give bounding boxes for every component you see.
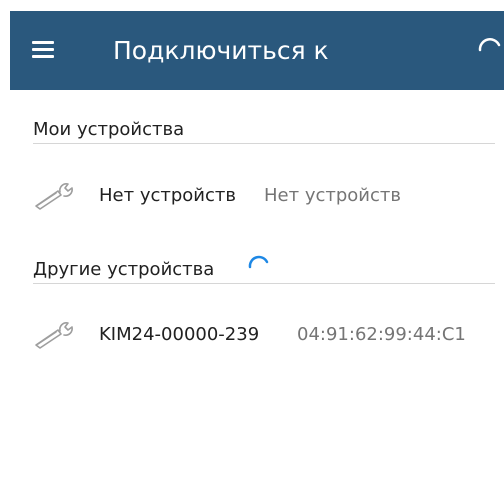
hamburger-menu-icon[interactable] (32, 38, 56, 62)
section-divider (33, 143, 495, 144)
device-row-no-devices[interactable]: Нет устройств Нет устройств (33, 176, 504, 216)
loading-spinner-icon (478, 38, 501, 52)
page-title: Подключиться к (113, 36, 329, 65)
device-address: 04:91:62:99:44:C1 (297, 324, 466, 345)
app-bar: Подключиться к (10, 11, 504, 90)
loading-spinner-icon (248, 255, 269, 269)
device-address: Нет устройств (264, 185, 401, 206)
device-name: Нет устройств (99, 185, 236, 206)
wrench-icon (35, 183, 73, 210)
wrench-icon (35, 322, 73, 349)
section-divider (33, 283, 495, 284)
section-header-other-devices: Другие устройства (33, 259, 215, 280)
device-name: KIM24-00000-239 (99, 324, 260, 345)
screen: Подключиться к Мои устройства Нет устрой… (0, 0, 504, 497)
device-row-kim24[interactable]: KIM24-00000-239 04:91:62:99:44:C1 (33, 315, 504, 355)
section-header-my-devices: Мои устройства (33, 119, 185, 140)
